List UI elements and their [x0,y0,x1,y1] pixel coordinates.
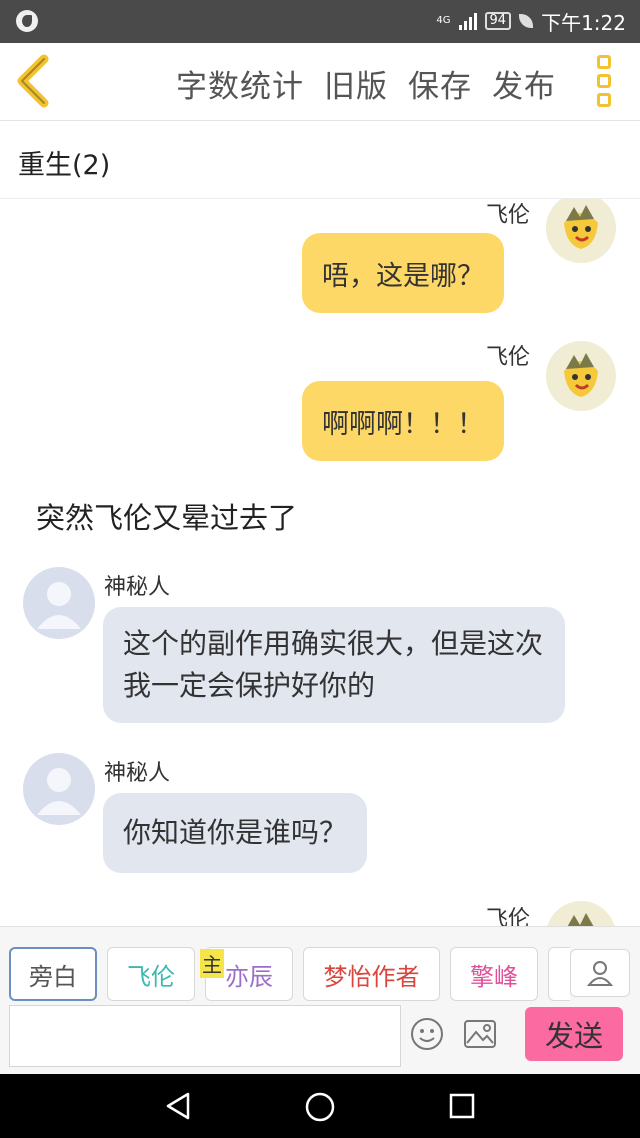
network-type: 4G [436,15,451,26]
signal-icon [458,12,477,30]
speaker-name: 神秘人 [104,761,171,786]
avatar[interactable] [546,341,616,411]
send-button[interactable]: 发送 [525,1007,623,1061]
message-bubble[interactable]: 唔，这是哪？ [302,233,504,313]
role-button-author[interactable]: 梦怡作者 [303,947,440,1001]
default-user-avatar-icon [23,753,95,825]
role-button-qingfeng[interactable]: 擎峰 [450,947,538,1001]
image-button[interactable] [463,1019,497,1049]
person-add-icon [587,961,613,986]
speaker-name: 飞伦 [486,907,531,926]
chapter-title: 重生(2) [18,150,111,181]
image-icon [464,1020,496,1048]
message-input[interactable] [9,1005,401,1067]
nav-home-icon[interactable] [304,1091,336,1123]
message-bubble[interactable]: 这个的副作用确实很大，但是这次我一定会保护好你的 [103,607,565,723]
nav-back-icon[interactable] [164,1091,192,1121]
chapter-title-row[interactable]: 重生(2) [0,121,640,199]
system-nav-bar [0,1074,640,1138]
role-label: 亦辰 [225,962,273,991]
role-label: 梦怡作者 [323,962,420,991]
nav-recent-icon[interactable] [448,1092,476,1120]
more-vertical-icon[interactable] [592,55,616,109]
cartoon-avatar-icon [546,341,616,411]
main-role-badge: 主 [200,949,224,978]
add-role-button[interactable] [570,949,630,997]
avatar[interactable] [546,901,616,926]
back-button[interactable] [10,53,60,109]
status-bar: 4G 94 下午1:22 [0,0,640,43]
avatar[interactable] [546,199,616,263]
message-bubble[interactable]: 啊啊啊！！！ [302,381,504,461]
status-indicators: 4G 94 下午1:22 [436,8,626,35]
role-label: 飞伦 [127,962,175,991]
speaker-name: 神秘人 [104,575,171,600]
chat-area[interactable]: 飞伦 唔，这是哪？ 飞伦 啊啊啊！！！ 突然飞伦又晕过去了 神秘人 这个的副作用… [0,199,640,926]
speaker-name: 飞伦 [486,203,531,228]
app-notification-icon [16,10,38,32]
emoji-icon [411,1018,443,1050]
header-actions: 字数统计 旧版 保存 发布 [176,61,556,106]
emoji-button[interactable] [410,1017,444,1051]
role-button-partial[interactable] [548,947,570,1001]
cartoon-avatar-icon [546,199,616,263]
role-button-narration[interactable]: 旁白 [9,947,97,1001]
composer-toolbar: 旁白 飞伦 亦辰 主 梦怡作者 擎峰 发送 [0,926,640,1074]
battery-level: 94 [484,12,512,30]
back-arrow-icon [17,54,49,108]
avatar[interactable] [23,567,95,639]
narration-text[interactable]: 突然飞伦又晕过去了 [36,495,297,537]
old-version-button[interactable]: 旧版 [324,61,388,106]
editor-header: 字数统计 旧版 保存 发布 [0,43,640,121]
role-label: 旁白 [29,962,77,991]
message-bubble[interactable]: 你知道你是谁吗？ [103,793,368,873]
eco-icon [519,14,534,28]
avatar[interactable] [23,753,95,825]
cartoon-avatar-icon [547,901,615,926]
speaker-name: 飞伦 [486,345,531,370]
publish-button[interactable]: 发布 [492,61,556,106]
save-button[interactable]: 保存 [408,61,472,106]
default-user-avatar-icon [23,567,95,639]
role-label: 擎峰 [470,962,518,991]
clock: 下午1:22 [541,10,626,35]
role-button-feilun[interactable]: 飞伦 [107,947,195,1001]
word-count-button[interactable]: 字数统计 [176,61,304,106]
